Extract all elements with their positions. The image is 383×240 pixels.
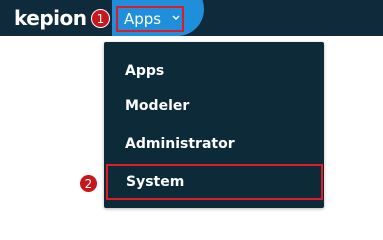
menu-item-system[interactable]: System	[106, 164, 323, 200]
apps-dropdown-button[interactable]: Apps	[116, 6, 184, 32]
step-badge-1: 1	[91, 9, 110, 28]
step-badge-2: 2	[79, 174, 98, 193]
chevron-down-icon	[172, 8, 180, 30]
menu-item-apps[interactable]: Apps	[104, 53, 324, 89]
kepion-logo[interactable]: kepion	[14, 6, 87, 30]
menu-item-administrator[interactable]: Administrator	[104, 126, 324, 162]
apps-dropdown-label: Apps	[124, 10, 162, 28]
apps-dropdown-menu: Apps Modeler Administrator System	[104, 42, 324, 208]
menu-item-modeler[interactable]: Modeler	[104, 88, 324, 124]
top-navigation-bar: kepion Apps	[0, 0, 383, 36]
